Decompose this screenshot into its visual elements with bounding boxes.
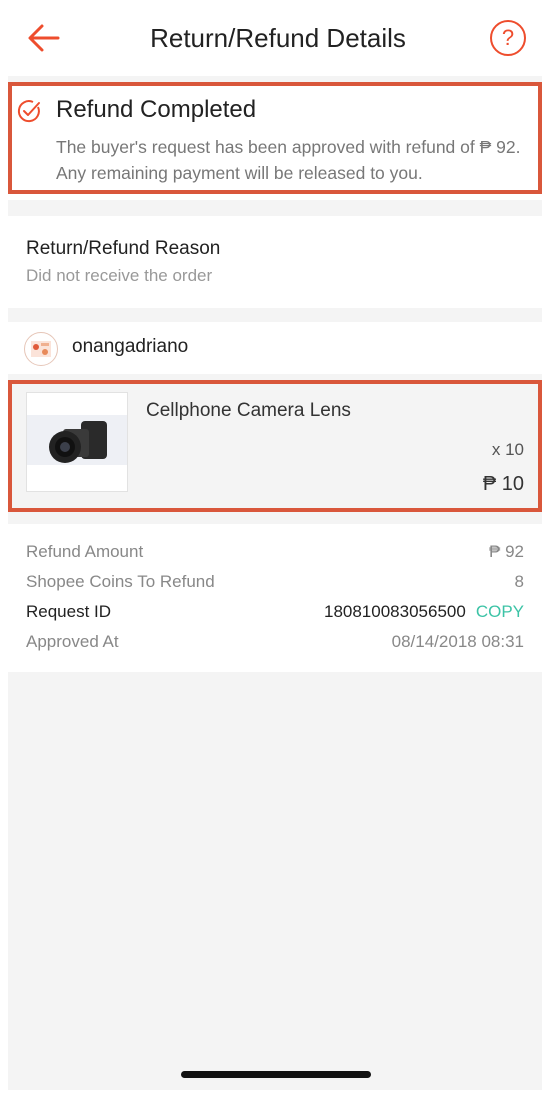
home-indicator[interactable]: [181, 1071, 371, 1078]
help-button[interactable]: ?: [490, 20, 526, 56]
status-description: The buyer's request has been approved wi…: [56, 137, 521, 183]
product-item[interactable]: Cellphone Camera Lens x 10 ₱ 10: [8, 380, 542, 512]
coins-row: Shopee Coins To Refund 8: [26, 572, 524, 598]
coins-value: 8: [514, 572, 524, 591]
seller-row[interactable]: onangadriano: [8, 322, 542, 374]
coins-label: Shopee Coins To Refund: [26, 572, 215, 591]
refund-amount-row: Refund Amount ₱ 92: [26, 542, 524, 568]
request-id-value-group: 180810083056500 COPY: [324, 602, 524, 622]
camera-lens-image: [27, 415, 127, 465]
product-quantity: x 10: [491, 440, 524, 459]
app-header: Return/Refund Details ?: [0, 0, 556, 76]
copy-button[interactable]: COPY: [476, 602, 524, 621]
refund-status-section: Refund Completed The buyer's request has…: [8, 82, 542, 200]
refund-amount-label: Refund Amount: [26, 542, 144, 561]
refund-amount-value: ₱ 92: [489, 542, 524, 561]
question-mark-icon: ?: [501, 25, 515, 50]
reason-label: Return/Refund Reason: [26, 238, 221, 259]
product-name: Cellphone Camera Lens: [146, 400, 351, 421]
request-id-value: 180810083056500: [323, 602, 466, 621]
refund-reason-section: Return/Refund Reason Did not receive the…: [8, 216, 542, 308]
product-thumbnail: [26, 392, 128, 492]
status-heading: Refund Completed: [56, 96, 257, 123]
reason-value: Did not receive the order: [26, 266, 213, 285]
seller-avatar: [24, 332, 58, 366]
page-title: Return/Refund Details: [150, 23, 406, 53]
refund-details-section: Refund Amount ₱ 92 Shopee Coins To Refun…: [8, 524, 542, 672]
request-id-row: Request ID 180810083056500 COPY: [26, 602, 524, 628]
approved-at-row: Approved At 08/14/2018 08:31: [26, 632, 524, 658]
product-price: ₱ 10: [482, 473, 524, 495]
request-id-label: Request ID: [26, 602, 112, 621]
return-refund-details-page: Return/Refund Details ? Refund Completed…: [0, 0, 556, 1100]
avatar-image: [31, 341, 51, 357]
approved-at-label: Approved At: [26, 632, 119, 651]
check-circle-icon: [17, 100, 40, 123]
approved-at-value: 08/14/2018 08:31: [391, 632, 524, 651]
seller-name: onangadriano: [72, 336, 189, 357]
